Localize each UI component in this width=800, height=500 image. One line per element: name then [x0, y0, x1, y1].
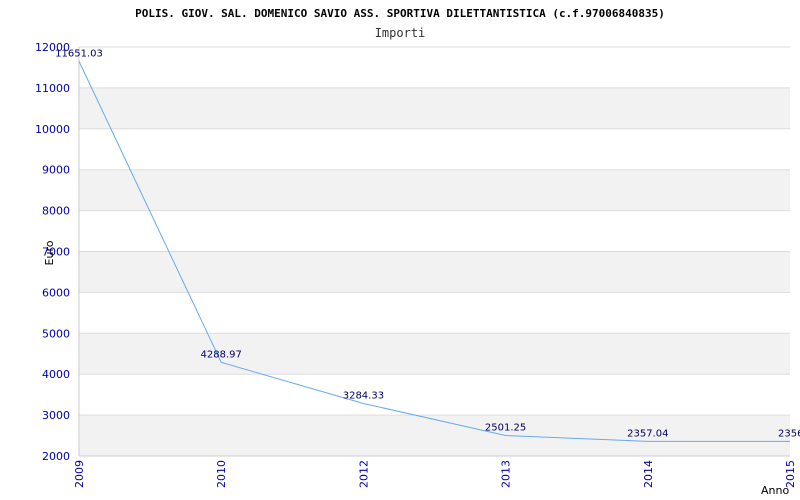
y-tick-label: 2000 [42, 450, 70, 463]
x-tick-label: 2012 [357, 460, 370, 488]
y-tick-label: 8000 [42, 205, 70, 218]
y-tick-label: 11000 [35, 82, 70, 95]
x-tick-labels: 2009 2010 2012 2013 2014 2015 [73, 460, 797, 488]
y-tick-label: 10000 [35, 123, 70, 136]
data-label: 3284.33 [343, 390, 384, 401]
x-tick-label: 2013 [500, 460, 513, 488]
x-tick-label: 2014 [642, 460, 655, 488]
y-tick-label: 6000 [42, 286, 70, 299]
x-axis-label: Anno [761, 484, 789, 497]
y-tick-label: 4000 [42, 368, 70, 381]
grid-band [79, 415, 790, 456]
chart-subtitle: Importi [375, 26, 426, 40]
y-tick-label: 9000 [42, 164, 70, 177]
x-tick-label: 2009 [73, 460, 86, 488]
chart-title: POLIS. GIOV. SAL. DOMENICO SAVIO ASS. SP… [135, 7, 665, 20]
y-tick-label: 5000 [42, 327, 70, 340]
grid-bands [79, 87, 790, 456]
data-label: 2357.04 [627, 428, 668, 439]
data-label: 11651.03 [55, 48, 103, 59]
grid-band [79, 333, 790, 375]
y-tick-label: 3000 [42, 409, 70, 422]
chart: 2000300040005000600070008000900010000110… [35, 7, 800, 497]
x-tick-label: 2010 [215, 460, 228, 488]
grid-band [79, 169, 790, 211]
data-label: 4288.97 [201, 349, 242, 360]
data-label: 2501.25 [485, 422, 526, 433]
data-label: 2356.5 [778, 428, 800, 439]
grid-band [79, 87, 790, 129]
y-axis-label: Euro [43, 240, 56, 265]
